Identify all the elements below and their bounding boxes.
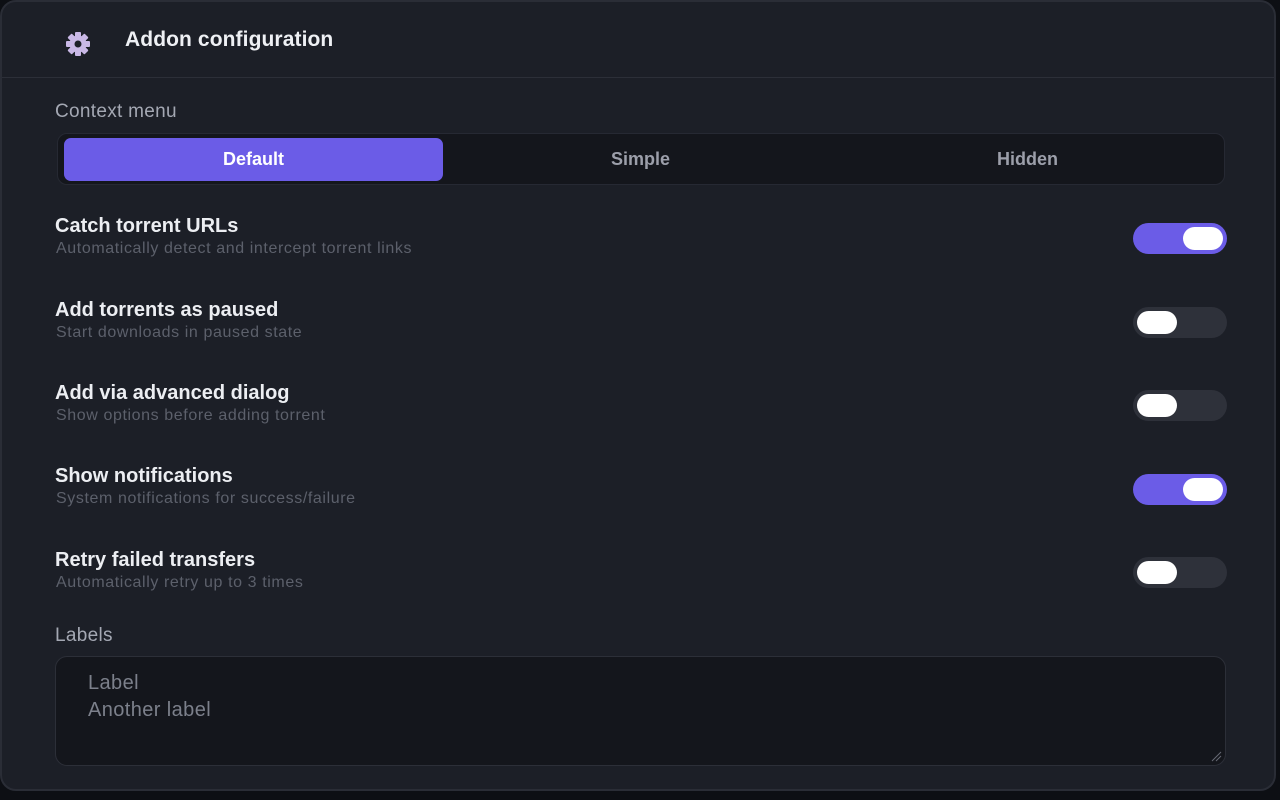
setting-add-torrents-paused: Add torrents as paused Start downloads i…: [55, 299, 1227, 359]
setting-description: Automatically retry up to 3 times: [56, 574, 304, 591]
panel-header: Addon configuration: [2, 2, 1274, 78]
resize-grip-icon[interactable]: [1210, 750, 1222, 762]
setting-add-via-advanced-dialog: Add via advanced dialog Show options bef…: [55, 382, 1227, 442]
setting-catch-torrent-urls: Catch torrent URLs Automatically detect …: [55, 215, 1227, 275]
toggle-knob: [1183, 227, 1223, 250]
label-line: Label: [88, 672, 139, 694]
setting-title: Add torrents as paused: [55, 299, 279, 321]
label-line: Another label: [88, 699, 212, 721]
add-via-advanced-dialog-toggle[interactable]: [1133, 390, 1227, 421]
retry-failed-transfers-toggle[interactable]: [1133, 557, 1227, 588]
setting-title: Add via advanced dialog: [55, 382, 290, 404]
context-menu-option-hidden[interactable]: Hidden: [838, 138, 1217, 181]
catch-torrent-urls-toggle[interactable]: [1133, 223, 1227, 254]
setting-description: Show options before adding torrent: [56, 407, 326, 424]
setting-description: Start downloads in paused state: [56, 324, 303, 341]
setting-description: Automatically detect and intercept torre…: [56, 240, 413, 257]
addon-config-panel: Addon configuration Context menu Default…: [0, 0, 1276, 791]
toggle-knob: [1137, 561, 1177, 584]
show-notifications-toggle[interactable]: [1133, 474, 1227, 505]
toggle-knob: [1183, 478, 1223, 501]
labels-label: Labels: [55, 625, 113, 646]
setting-title: Retry failed transfers: [55, 549, 256, 571]
context-menu-label: Context menu: [55, 101, 177, 122]
setting-description: System notifications for success/failure: [56, 490, 356, 507]
labels-textarea[interactable]: Label Another label: [55, 656, 1226, 766]
add-torrents-paused-toggle[interactable]: [1133, 307, 1227, 338]
context-menu-selector: Default Simple Hidden: [57, 133, 1225, 185]
gear-icon: [60, 30, 96, 58]
page-title: Addon configuration: [125, 28, 334, 51]
toggle-knob: [1137, 394, 1177, 417]
setting-show-notifications: Show notifications System notifications …: [55, 465, 1227, 525]
setting-retry-failed-transfers: Retry failed transfers Automatically ret…: [55, 549, 1227, 609]
setting-title: Catch torrent URLs: [55, 215, 239, 237]
context-menu-option-simple[interactable]: Simple: [451, 138, 830, 181]
context-menu-option-default[interactable]: Default: [64, 138, 443, 181]
toggle-knob: [1137, 311, 1177, 334]
setting-title: Show notifications: [55, 465, 233, 487]
